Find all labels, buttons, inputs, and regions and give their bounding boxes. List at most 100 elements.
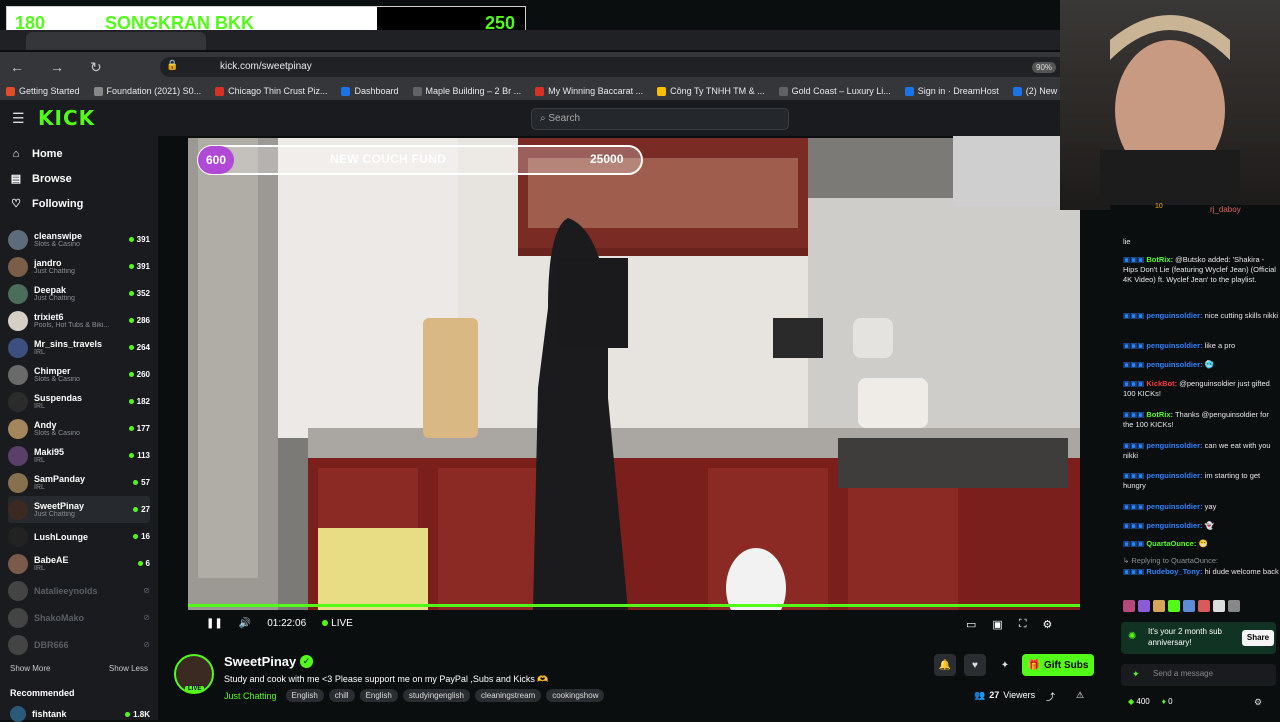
- chat-username[interactable]: BotRix:: [1146, 410, 1173, 419]
- forward-icon[interactable]: →: [50, 59, 64, 76]
- chat-username[interactable]: penguinsoldier:: [1146, 441, 1202, 450]
- channel-viewers: 113: [129, 451, 150, 460]
- pause-icon[interactable]: ❚❚: [206, 618, 223, 629]
- sidebar-channel-item[interactable]: Mr_sins_travels IRL 264: [8, 334, 150, 361]
- nav-following[interactable]: ♡ Following: [10, 197, 83, 211]
- sidebar-channel-item[interactable]: DBR666 ⊘: [8, 631, 150, 658]
- menu-icon[interactable]: ☰: [12, 110, 25, 127]
- channel-viewers: 264: [128, 343, 150, 352]
- sidebar-channel-item[interactable]: Natalieeynolds ⊘: [8, 577, 150, 604]
- verified-check-icon: ✓: [300, 655, 313, 668]
- gift-subs-button[interactable]: 🎁 Gift Subs: [1022, 654, 1094, 676]
- sidebar-channel-item[interactable]: LushLounge 16: [8, 523, 150, 550]
- chat-username[interactable]: QuartaOunce:: [1146, 539, 1196, 548]
- avatar: [8, 337, 28, 358]
- sidebar-channel-item[interactable]: cleanswipe Slots & Casino 391: [8, 226, 150, 253]
- lock-icon[interactable]: 🔒: [166, 60, 178, 71]
- stream-tag[interactable]: English: [285, 689, 324, 702]
- channel-viewers: 260: [128, 370, 150, 379]
- channel-category: Just Chatting: [34, 511, 75, 518]
- sidebar-channel-item[interactable]: SweetPinay Just Chatting 27: [8, 496, 150, 523]
- channel-name: Natalieeynolds: [34, 585, 98, 596]
- bookmark-item[interactable]: Maple Building – 2 Br ...: [412, 84, 521, 98]
- bookmark-item[interactable]: Gold Coast – Luxury Li...: [778, 84, 891, 98]
- chat-username[interactable]: BotRix:: [1146, 255, 1173, 264]
- clip-icon[interactable]: ▭: [966, 618, 976, 631]
- nav-browse[interactable]: ▤ Browse: [10, 172, 83, 186]
- chat-username[interactable]: penguinsoldier:: [1146, 521, 1202, 530]
- stream-tag[interactable]: English: [359, 689, 398, 702]
- sidebar-channel-item[interactable]: ShakoMako ⊘: [8, 604, 150, 631]
- show-more-button[interactable]: Show More: [10, 664, 50, 673]
- kicks-icon[interactable]: ✦: [994, 654, 1016, 676]
- sidebar-channel-item[interactable]: Andy Slots & Casino 177: [8, 415, 150, 442]
- sidebar-channel-item[interactable]: SamPanday IRL 57: [8, 469, 150, 496]
- sidebar-channel-item[interactable]: trixiet6 Pools, Hot Tubs & Biki... 286: [8, 307, 150, 334]
- report-icon[interactable]: ⚠: [1076, 690, 1084, 701]
- chat-username[interactable]: penguinsoldier:: [1146, 341, 1202, 350]
- bookmark-item[interactable]: Getting Started: [6, 84, 80, 98]
- zoom-level[interactable]: 90%: [1032, 62, 1057, 73]
- chat-text: 🥶: [1202, 360, 1215, 369]
- party-icon: ✺: [1128, 631, 1137, 642]
- emote-strip: [1123, 600, 1240, 612]
- follow-heart-icon[interactable]: ♥: [964, 654, 986, 676]
- sidebar-channel-item[interactable]: Deepak Just Chatting 352: [8, 280, 150, 307]
- video-progress-bar[interactable]: [188, 604, 1080, 607]
- avatar: [8, 445, 28, 466]
- kick-logo[interactable]: KICK: [38, 106, 95, 130]
- fullscreen-icon[interactable]: ⛶: [1019, 618, 1027, 631]
- chat-username[interactable]: KickBot:: [1146, 379, 1177, 388]
- chat-message-input[interactable]: Send a message: [1121, 664, 1276, 686]
- channel-name: DBR666: [34, 639, 69, 650]
- chat-settings-icon[interactable]: ⚙: [1254, 697, 1262, 708]
- channel-viewers: 182: [128, 397, 150, 406]
- stream-tag[interactable]: studyingenglish: [402, 689, 470, 702]
- goal-title: NEW COUCH FUND: [330, 152, 447, 166]
- nav-home[interactable]: ⌂ Home: [10, 148, 83, 160]
- channel-name: Suspendas: [34, 393, 83, 403]
- video-player[interactable]: [188, 138, 1080, 610]
- bookmark-label: My Winning Baccarat ...: [548, 86, 644, 96]
- settings-gear-icon[interactable]: ⚙: [1043, 618, 1053, 631]
- volume-icon[interactable]: 🔊: [239, 618, 251, 629]
- sidebar-channel-item[interactable]: Suspendas IRL 182: [8, 388, 150, 415]
- bookmark-item[interactable]: Công Ty TNHH TM & ...: [657, 84, 765, 98]
- stream-tag[interactable]: cookingshow: [546, 689, 605, 702]
- search-input[interactable]: ⌕ Search: [531, 108, 789, 130]
- reload-icon[interactable]: ↻: [90, 59, 102, 76]
- avatar: [8, 364, 28, 385]
- sidebar-channel-item[interactable]: Chimper Slots & Casino 260: [8, 361, 150, 388]
- browser-tab[interactable]: [26, 32, 206, 50]
- sidebar-channel-item[interactable]: Maki95 IRL 113: [8, 442, 150, 469]
- bookmark-item[interactable]: Dashboard: [341, 84, 399, 98]
- streamer-name[interactable]: SweetPinay: [224, 654, 296, 669]
- bookmark-item[interactable]: Foundation (2021) S0...: [93, 84, 201, 98]
- stream-tag[interactable]: cleaningstream: [474, 689, 542, 702]
- sidebar-channel-item[interactable]: jandro Just Chatting 391: [8, 253, 150, 280]
- channel-category: IRL: [34, 349, 45, 356]
- bookmark-item[interactable]: My Winning Baccarat ...: [535, 84, 643, 98]
- chat-badge-icons: ▣▣▣: [1123, 441, 1147, 450]
- notification-bell-icon[interactable]: 🔔: [934, 654, 956, 676]
- theater-mode-icon[interactable]: ▣: [992, 618, 1002, 631]
- stream-tag[interactable]: chill: [328, 689, 355, 702]
- chat-username[interactable]: penguinsoldier:: [1146, 311, 1202, 320]
- show-less-button[interactable]: Show Less: [109, 664, 148, 673]
- browser-nav-buttons: ← → ↻: [10, 59, 102, 76]
- chat-username[interactable]: penguinsoldier:: [1146, 471, 1202, 480]
- chat-username[interactable]: penguinsoldier:: [1146, 502, 1202, 511]
- back-icon[interactable]: ←: [10, 59, 24, 76]
- bookmark-item[interactable]: Chicago Thin Crust Piz...: [215, 84, 327, 98]
- share-anniversary-button[interactable]: Share: [1242, 630, 1274, 646]
- chat-message: ▣▣▣ penguinsoldier: 🥶: [1123, 360, 1280, 370]
- channel-category: IRL: [34, 484, 45, 491]
- bookmark-item[interactable]: Sign in · DreamHost: [904, 84, 999, 98]
- share-icon[interactable]: ⤴: [1046, 690, 1055, 703]
- channel-name: LushLounge: [34, 531, 88, 542]
- channel-viewers: 391: [128, 235, 150, 244]
- chat-username[interactable]: penguinsoldier:: [1146, 360, 1202, 369]
- sidebar-channel-item[interactable]: BabeAE IRL 6: [8, 550, 150, 577]
- chat-username[interactable]: Rudeboy_Tony:: [1146, 567, 1202, 576]
- category-link[interactable]: Just Chatting: [224, 691, 277, 701]
